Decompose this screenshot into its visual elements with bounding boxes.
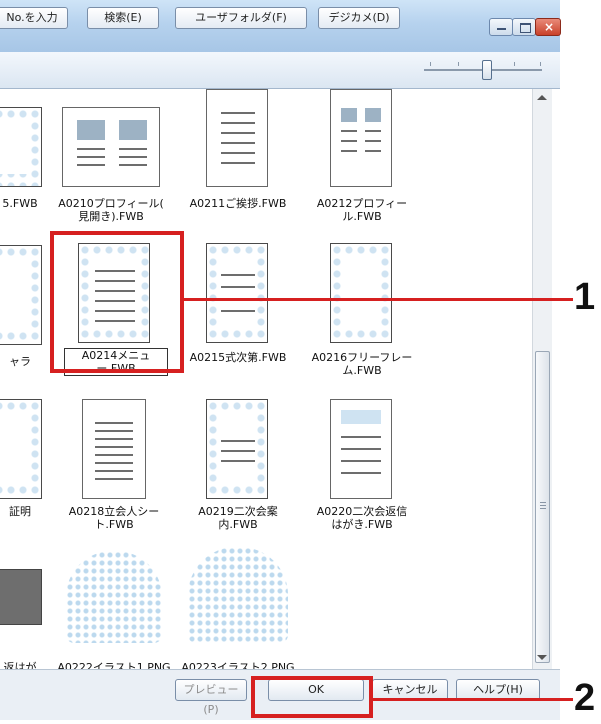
file-label[interactable]: ャラ — [0, 355, 40, 368]
minimize-button[interactable] — [489, 18, 513, 36]
no-input-button[interactable]: No.を入力 — [0, 7, 68, 29]
file-thumbnail[interactable] — [206, 89, 268, 187]
file-thumbnail[interactable] — [0, 399, 42, 499]
file-thumbnail[interactable] — [62, 107, 160, 187]
scrollbar-thumb[interactable] — [535, 351, 550, 663]
digicam-button[interactable]: デジカメ(D) — [318, 7, 400, 29]
file-thumbnail[interactable] — [82, 399, 146, 499]
minimize-icon — [497, 28, 506, 30]
callout-number-1: 1 — [574, 276, 596, 318]
file-label[interactable]: A0210プロフィール( 見開き).FWB — [52, 197, 170, 223]
slider-tick — [430, 62, 431, 66]
file-thumbnail[interactable] — [0, 107, 42, 187]
preview-button[interactable]: プレビュー(P) — [175, 679, 247, 716]
file-label[interactable]: A0223イラスト2.PNG — [176, 661, 300, 669]
file-thumbnail[interactable] — [188, 547, 288, 643]
file-thumbnail[interactable] — [0, 245, 42, 345]
vertical-scrollbar[interactable] — [532, 89, 552, 669]
callout-line-2 — [373, 698, 573, 701]
file-thumbnail[interactable] — [0, 569, 42, 625]
user-folder-button[interactable]: ユーザフォルダ(F) — [175, 7, 307, 29]
file-label[interactable]: A0211ご挨拶.FWB — [186, 197, 290, 210]
file-label[interactable]: A0222イラスト1.PNG — [52, 661, 176, 669]
file-label[interactable]: 5.FWB — [0, 197, 40, 210]
file-thumbnail[interactable] — [330, 399, 392, 499]
file-thumbnail[interactable] — [206, 243, 268, 343]
thumbnail-size-slider-thumb[interactable] — [482, 60, 492, 80]
file-label[interactable]: 証明 — [0, 505, 40, 518]
file-thumbnail[interactable] — [330, 89, 392, 187]
slider-tick — [540, 62, 541, 66]
search-button[interactable]: 検索(E) — [87, 7, 159, 29]
slider-tick — [458, 62, 459, 66]
file-label[interactable]: A0215式次第.FWB — [186, 351, 290, 364]
file-label[interactable]: A0220二次会返信 はがき.FWB — [300, 505, 424, 531]
file-thumbnail[interactable] — [206, 399, 268, 499]
maximize-button[interactable] — [512, 18, 536, 36]
maximize-icon — [520, 23, 531, 33]
callout-line-1 — [183, 298, 573, 301]
file-label[interactable]: 返はが — [0, 661, 40, 669]
file-thumbnail[interactable] — [330, 243, 392, 343]
ok-highlight-box — [251, 676, 373, 718]
callout-number-2: 2 — [574, 677, 596, 719]
scroll-up-icon[interactable] — [537, 95, 547, 100]
file-label[interactable]: A0218立会人シー ト.FWB — [60, 505, 168, 531]
file-thumbnail[interactable] — [66, 551, 162, 643]
close-icon: × — [544, 20, 555, 34]
file-label[interactable]: A0219二次会案 内.FWB — [186, 505, 290, 531]
file-list: 5.FWB A0210プロフィール( 見開き).FWB A0211ご挨拶.FWB… — [0, 89, 532, 669]
selection-highlight-box — [50, 231, 184, 373]
slider-tick — [514, 62, 515, 66]
scroll-down-icon[interactable] — [537, 655, 547, 660]
close-button[interactable]: × — [535, 18, 561, 36]
file-label[interactable]: A0212プロフィー ル.FWB — [310, 197, 414, 223]
file-label[interactable]: A0216フリーフレー ム.FWB — [310, 351, 414, 377]
